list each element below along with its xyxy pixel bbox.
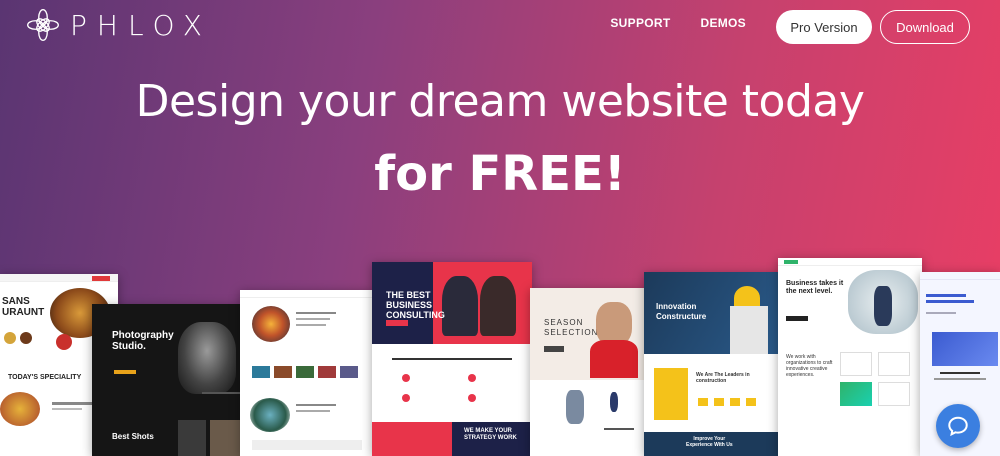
consulting-title: THE BEST BUSINESS CONSULTING	[386, 290, 445, 320]
demo-thumbnail-fashion[interactable]: SEASON SELECTION	[530, 288, 646, 456]
hero-subheadline: for FREE!	[374, 146, 626, 202]
business-title: Business takes it the next level.	[786, 280, 844, 295]
restaurant-title: SANS URAUNT	[2, 296, 45, 318]
logo[interactable]: PHLOX	[26, 8, 212, 42]
demo-thumbnail-business[interactable]: Business takes it the next level. We wor…	[778, 258, 922, 456]
hero-headline: Design your dream website today	[135, 76, 865, 127]
nav-demos-link[interactable]: DEMOS	[700, 16, 746, 30]
demo-thumbnail-photography[interactable]: Photography Studio. Best Shots	[92, 304, 242, 456]
restaurant-special: TODAY'S SPECIALITY	[8, 374, 82, 381]
consulting-footer: WE MAKE YOUR STRATEGY WORK	[464, 428, 517, 441]
demo-thumbnail-construction[interactable]: Innovation Constructure We Are The Leade…	[644, 272, 780, 456]
construction-footer: Improve Your Experience With Us	[686, 436, 733, 448]
chat-widget-button[interactable]	[936, 404, 980, 448]
demo-thumbnail-gallery[interactable]	[240, 290, 374, 456]
nav-support-link[interactable]: SUPPORT	[610, 16, 670, 30]
phlox-flower-icon	[27, 9, 59, 41]
photography-subtitle: Best Shots	[112, 432, 154, 441]
chat-bubble-icon	[948, 416, 968, 437]
pro-version-button[interactable]: Pro Version	[776, 10, 872, 44]
business-body: We work with organizations to craft inno…	[786, 354, 833, 378]
fashion-title: SEASON SELECTION	[544, 318, 599, 337]
construction-section: We Are The Leaders in construction	[696, 372, 750, 384]
download-button[interactable]: Download	[880, 10, 970, 44]
top-nav: SUPPORT DEMOS Pro Version Download	[610, 10, 970, 44]
construction-title: Innovation Constructure	[656, 302, 707, 321]
demo-thumbnail-consulting[interactable]: THE BEST BUSINESS CONSULTING WE MAKE YOU…	[372, 262, 532, 456]
photography-title: Photography Studio.	[112, 330, 174, 352]
logo-text: PHLOX	[70, 8, 212, 42]
